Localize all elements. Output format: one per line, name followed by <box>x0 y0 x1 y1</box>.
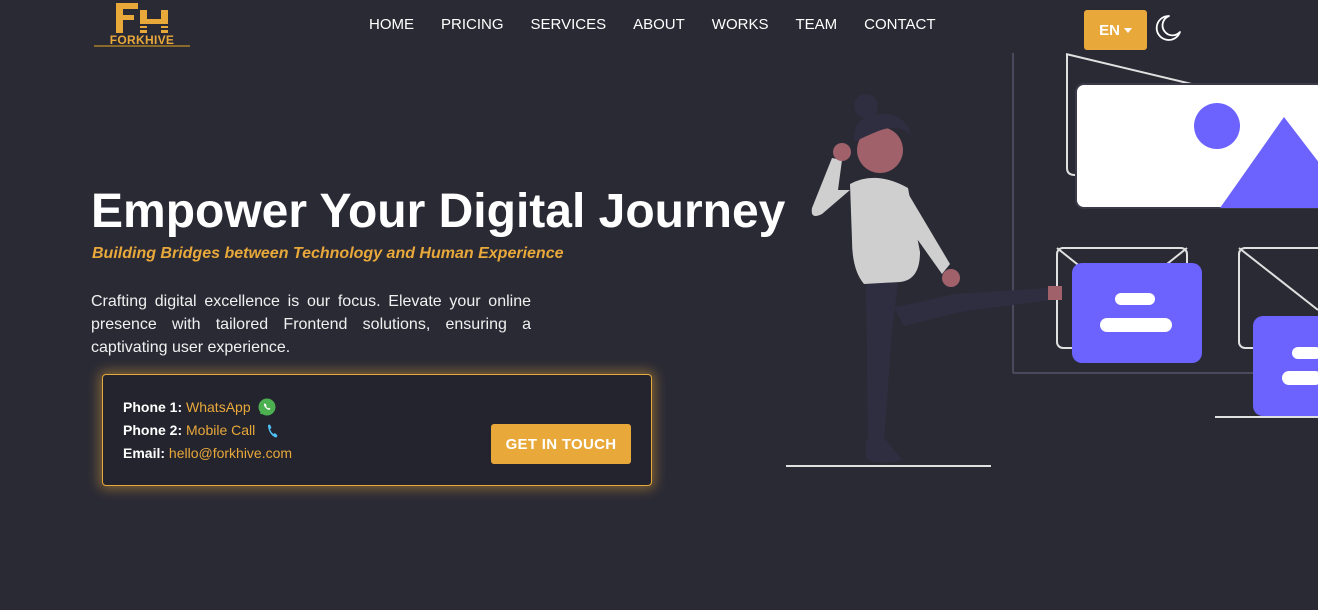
contact-card: Phone 1: WhatsApp Phone 2: Mobile Call E… <box>102 374 652 486</box>
contact-phone2: Phone 2: Mobile Call <box>123 421 279 439</box>
moon-icon[interactable] <box>1152 13 1182 43</box>
hero-description: Crafting digital excellence is our focus… <box>91 293 531 356</box>
phone-icon[interactable] <box>265 423 279 439</box>
hero-title: Empower Your Digital Journey <box>91 185 786 238</box>
message-cards-illustration <box>1056 247 1318 418</box>
mobile-call-link[interactable]: Mobile Call <box>186 422 255 438</box>
nav-item-works[interactable]: WORKS <box>712 16 769 34</box>
contact-email: Email: hello@forkhive.com <box>123 444 292 462</box>
email-link[interactable]: hello@forkhive.com <box>169 445 292 461</box>
phone1-label: Phone 1: <box>123 399 183 415</box>
logo-mark-icon <box>116 3 168 33</box>
hero-illustration <box>786 53 1318 467</box>
nav-item-home[interactable]: HOME <box>369 16 414 34</box>
nav-item-contact[interactable]: CONTACT <box>864 16 935 34</box>
brand-tagline-bar <box>94 45 190 47</box>
contact-phone1: Phone 1: WhatsApp <box>123 398 276 416</box>
phone2-label: Phone 2: <box>123 422 183 438</box>
person-illustration <box>786 94 1062 467</box>
nav-item-about[interactable]: ABOUT <box>633 16 685 34</box>
nav-item-team[interactable]: TEAM <box>795 16 837 34</box>
whatsapp-icon[interactable] <box>258 398 276 416</box>
language-dropdown-button[interactable]: EN <box>1084 10 1147 50</box>
whatsapp-link[interactable]: WhatsApp <box>186 399 251 415</box>
hero-subtitle: Building Bridges between Technology and … <box>92 245 564 262</box>
nav-item-services[interactable]: SERVICES <box>531 16 607 34</box>
main-nav: HOME PRICING SERVICES ABOUT WORKS TEAM C… <box>369 16 936 34</box>
brand-logo[interactable]: FORKHIVE <box>92 2 192 48</box>
email-label: Email: <box>123 445 166 461</box>
nav-item-pricing[interactable]: PRICING <box>441 16 504 34</box>
language-label: EN <box>1099 21 1120 39</box>
get-in-touch-button[interactable]: GET IN TOUCH <box>491 424 631 464</box>
caret-down-icon <box>1123 27 1132 33</box>
